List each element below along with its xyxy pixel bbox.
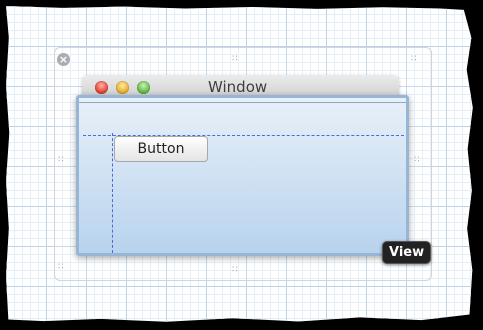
resize-handle-left[interactable]: ∶∶ <box>58 156 65 165</box>
resize-handle-bottom[interactable]: ∶∶ <box>232 266 239 275</box>
resize-handle-top-right[interactable]: ∶∶ <box>411 55 418 64</box>
view-label-badge[interactable]: View <box>382 241 432 264</box>
content-area: Button <box>79 102 406 253</box>
vertical-alignment-guide <box>112 133 113 253</box>
push-button[interactable]: Button <box>114 136 208 162</box>
resize-handle-top[interactable]: ∶∶ <box>232 55 239 64</box>
window-minimize-icon[interactable] <box>116 81 129 94</box>
resize-handle-right[interactable]: ∶∶ <box>414 156 421 165</box>
window-title: Window <box>208 78 268 96</box>
window-zoom-icon[interactable] <box>137 81 150 94</box>
resize-handle-bottom-left[interactable]: ∶∶ <box>58 263 65 272</box>
window-content-view[interactable]: Button <box>76 95 409 256</box>
window-close-icon[interactable] <box>95 81 108 94</box>
close-icon[interactable]: × <box>57 53 70 66</box>
